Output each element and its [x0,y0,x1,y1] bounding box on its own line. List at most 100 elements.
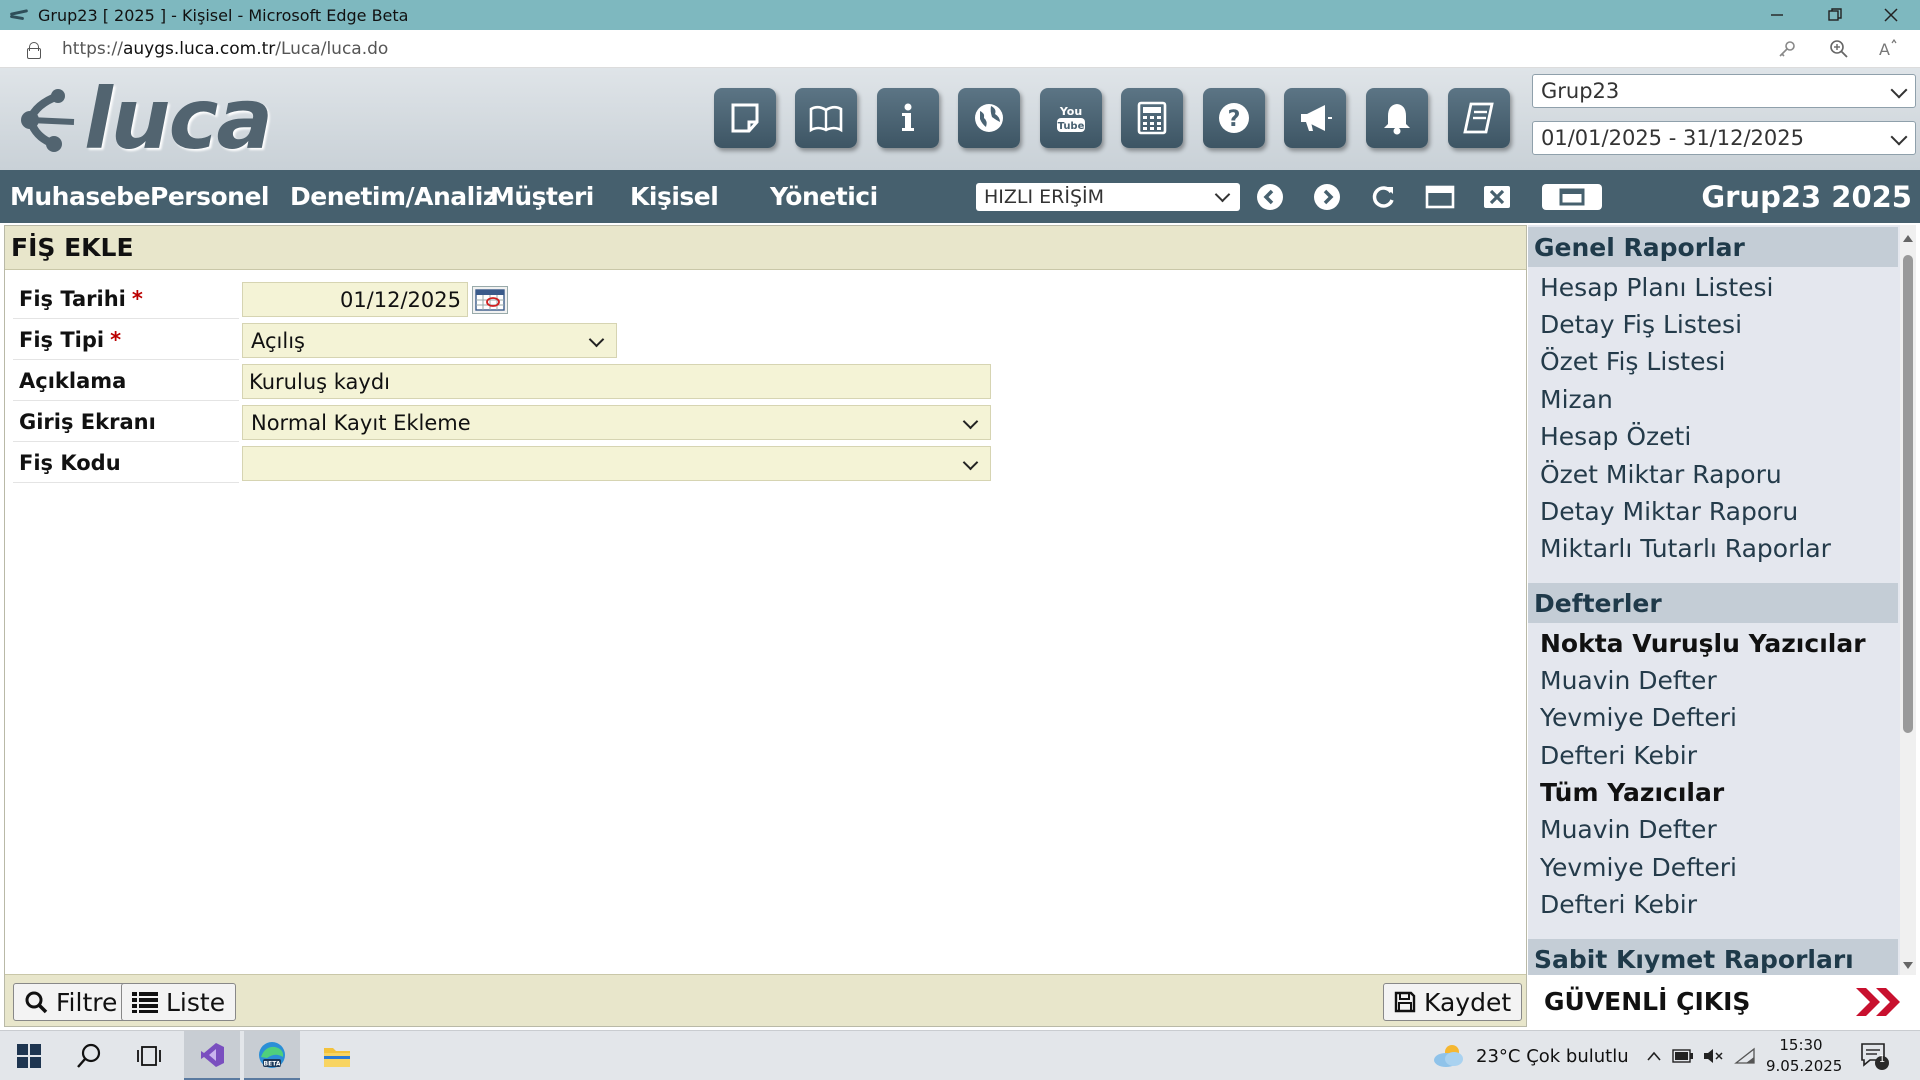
report-link[interactable]: Mizan [1540,385,1613,414]
read-aloud-icon[interactable]: A [1876,36,1902,62]
clock[interactable]: 15:30 9.05.2025 [1766,1035,1842,1077]
announcements-button[interactable] [1284,88,1346,148]
fis-tipi-select[interactable]: Açılış [242,323,617,358]
company-select[interactable]: Grup23 [1532,74,1916,108]
restore-icon [1828,8,1842,21]
report-link[interactable]: Yevmiye Defteri [1540,703,1737,732]
task-view-button[interactable] [120,1031,178,1080]
calendar-button[interactable] [472,286,508,314]
close-tab-button[interactable] [1482,183,1512,211]
minimize-button[interactable] [1748,0,1806,30]
chevron-left-circle-icon [1257,184,1283,210]
website-button[interactable] [958,88,1020,148]
battery-icon[interactable] [1672,1049,1694,1063]
nav-kisisel[interactable]: Kişisel [630,182,719,211]
brand-title: Grup23 2025 [1701,180,1912,214]
search-button[interactable] [60,1031,118,1080]
lock-icon[interactable] [26,41,41,59]
report-link[interactable]: Hesap Planı Listesi [1540,273,1773,302]
youtube-icon: You Tube [1057,105,1085,132]
zoom-icon[interactable] [1826,36,1852,62]
report-link[interactable]: Miktarlı Tutarlı Raporlar [1540,534,1831,563]
info-button[interactable] [877,88,939,148]
globe-icon [975,104,1003,132]
report-link[interactable]: Yevmiye Defteri [1540,853,1737,882]
window-titlebar[interactable]: Grup23 [ 2025 ] - Kişisel - Microsoft Ed… [0,0,1920,30]
notebook-button[interactable] [1448,88,1510,148]
giris-ekrani-select[interactable]: Normal Kayıt Ekleme [242,405,991,440]
report-link[interactable]: Muavin Defter [1540,666,1717,695]
restore-button[interactable] [1806,0,1864,30]
report-link[interactable]: Muavin Defter [1540,815,1717,844]
taskbar: BETA 23°C Çok bulutlu 15:30 9.05.2025 1 [0,1030,1920,1080]
report-link[interactable]: Özet Miktar Raporu [1540,460,1782,489]
speaker-muted-icon[interactable] [1702,1047,1724,1065]
chevron-down-icon [1214,186,1231,203]
nav-yonetici[interactable]: Yönetici [770,182,878,211]
save-button[interactable]: Kaydet [1383,983,1523,1021]
reports-scrollbar[interactable] [1900,225,1916,975]
address-bar[interactable]: https://auygs.luca.com.tr/Luca/luca.do A [0,30,1920,68]
weather-text[interactable]: 23°C Çok bulutlu [1476,1046,1629,1067]
logout-button[interactable]: GÜVENLİ ÇIKIŞ [1528,975,1920,1027]
section-sabit-kiymet: Sabit Kıymet Raporları [1528,939,1898,975]
password-key-icon[interactable] [1774,36,1800,62]
luca-logo[interactable]: luca [14,70,274,168]
forward-button[interactable] [1312,183,1342,211]
form-row-giris-ekrani: Giriş Ekranı Normal Kayıt Ekleme [13,402,993,442]
form-row-fis-tipi: Fiş Tipi * Açılış [13,320,993,360]
window-button[interactable] [1425,183,1455,211]
nav-muhasebe[interactable]: Muhasebe [10,182,151,211]
report-link[interactable]: Özet Fiş Listesi [1540,347,1725,376]
manual-button[interactable] [795,88,857,148]
url-text[interactable]: https://auygs.luca.com.tr/Luca/luca.do [62,39,388,59]
youtube-button[interactable]: You Tube [1040,88,1102,148]
taskbar-app-file-explorer[interactable] [308,1031,366,1080]
close-window-button[interactable] [1862,0,1920,30]
fullscreen-icon [1542,184,1602,210]
calculator-button[interactable] [1121,88,1183,148]
taskbar-app-edge-beta[interactable]: BETA [244,1031,300,1080]
date-input[interactable]: 01/12/2025 [242,282,468,317]
notification-center-button[interactable]: 1 [1860,1041,1890,1071]
scroll-up-arrow-icon[interactable] [1903,235,1913,242]
report-link[interactable]: Defteri Kebir [1540,890,1697,919]
taskbar-app-visual-studio[interactable] [184,1031,240,1080]
fis-kodu-select[interactable] [242,446,991,481]
help-button[interactable]: ? [1203,88,1265,148]
required-marker: * [110,327,122,352]
aciklama-input[interactable]: Kuruluş kaydı [242,364,991,399]
quick-access-select[interactable]: HIZLI ERİŞİM [976,183,1240,211]
refresh-button[interactable] [1368,183,1398,211]
report-link[interactable]: Detay Miktar Raporu [1540,497,1798,526]
report-link[interactable]: Defteri Kebir [1540,741,1697,770]
announcement-icon [1301,105,1332,131]
notifications-button[interactable] [1366,88,1428,148]
scroll-down-arrow-icon[interactable] [1903,962,1913,969]
luca-logo-icon [21,89,75,152]
wifi-icon[interactable] [1734,1047,1756,1065]
filter-button[interactable]: Filtre [13,983,129,1021]
report-link[interactable]: Hesap Özeti [1540,422,1691,451]
back-button[interactable] [1255,183,1285,211]
period-select[interactable]: 01/01/2025 - 31/12/2025 [1532,121,1916,155]
nav-personel[interactable]: Personel [150,182,270,211]
report-link[interactable]: Detay Fiş Listesi [1540,310,1742,339]
window-icon [1425,185,1455,209]
chevron-up-icon[interactable] [1646,1050,1662,1062]
nav-musteri[interactable]: Müşteri [490,182,594,211]
field-label: Açıklama [19,368,127,393]
notes-icon [731,103,759,133]
scrollbar-thumb[interactable] [1903,255,1913,733]
svg-text:A: A [1879,40,1890,59]
notes-button[interactable] [714,88,776,148]
field-label: Fiş Tarihi [19,286,126,311]
nav-denetim-analiz[interactable]: Denetim/Analiz [290,182,497,211]
start-button[interactable] [0,1031,58,1080]
fullscreen-button[interactable] [1540,183,1604,211]
chevron-down-icon [962,454,979,471]
info-icon [902,103,914,131]
list-button[interactable]: Liste [121,983,237,1021]
weather-cloudy-icon[interactable] [1432,1042,1466,1070]
visual-studio-icon [201,1042,224,1067]
